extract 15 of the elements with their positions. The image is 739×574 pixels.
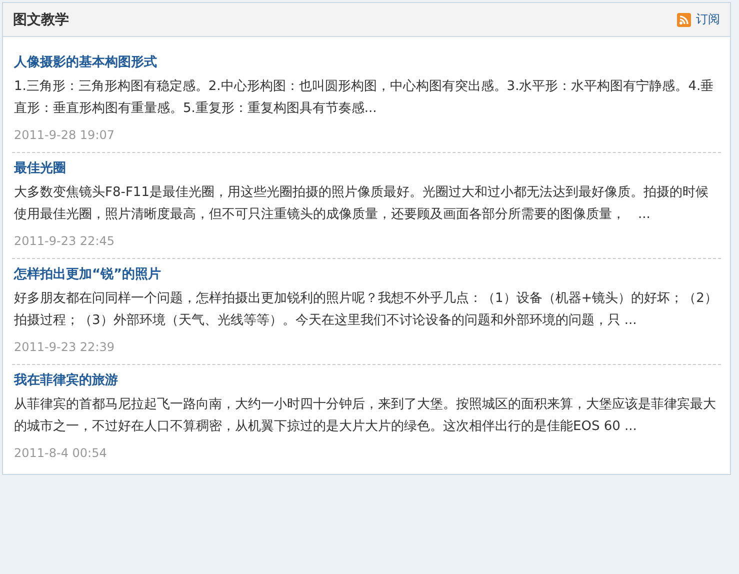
post-summary: 从菲律宾的首都马尼拉起飞一路向南，大约一小时四十分钟后，来到了大堡。按照城区的面积来算，大堡应该是菲律宾最大的城市之一，不过好在人口不算稠密，从机翼下掠过的是大片大片的绿色。这次相伴出行的是佳能EOS 60 ... <box>14 396 717 436</box>
post-summary: 1.三角形：三角形构图有稳定感。2.中心形构图：也叫圆形构图，中心构图有突出感。3.水平形：水平构图有宁静感。4.垂直形：垂直形构图有重量感。5.重复形：重复构图具有节奏感... <box>14 78 715 118</box>
post-summary: 大多数变焦镜头F8-F11是最佳光圈，用这些光圈拍摄的照片像质最好。光圈过大和过小都无法达到最好像质。拍摄的时候使用最佳光圈，照片清晰度最高，但不可只注重镜头的成像质量，还要顾及画面各部分所需要的图像质量， ... <box>14 184 710 224</box>
post-date: 2011-9-23 22:45 <box>14 234 116 248</box>
post-title-link[interactable]: 怎样拍出更加“锐”的照片 <box>14 265 719 283</box>
post-title-link[interactable]: 人像摄影的基本构图形式 <box>14 53 719 71</box>
post-title-link[interactable]: 最佳光圈 <box>14 159 719 177</box>
post-date: 2011-9-28 19:07 <box>14 128 116 142</box>
subscribe-link[interactable]: 订阅 <box>677 11 720 28</box>
rss-icon <box>677 12 691 26</box>
panel-title: 图文教学 <box>13 10 69 28</box>
post-summary: 好多朋友都在问同样一个问题，怎样拍摄出更加锐利的照片呢？我想不外乎几点：（1）设备（机器+镜头）的好坏；（2）拍摄过程；（3）外部环境（天气、光线等等）。今天在这里我们不讨论设备的问题和外部环境的问题，只 ... <box>14 290 718 330</box>
post-date: 2011-8-4 00:54 <box>14 446 108 460</box>
post-title-link[interactable]: 我在菲律宾的旅游 <box>14 371 719 389</box>
post-date: 2011-9-23 22:39 <box>14 340 116 354</box>
